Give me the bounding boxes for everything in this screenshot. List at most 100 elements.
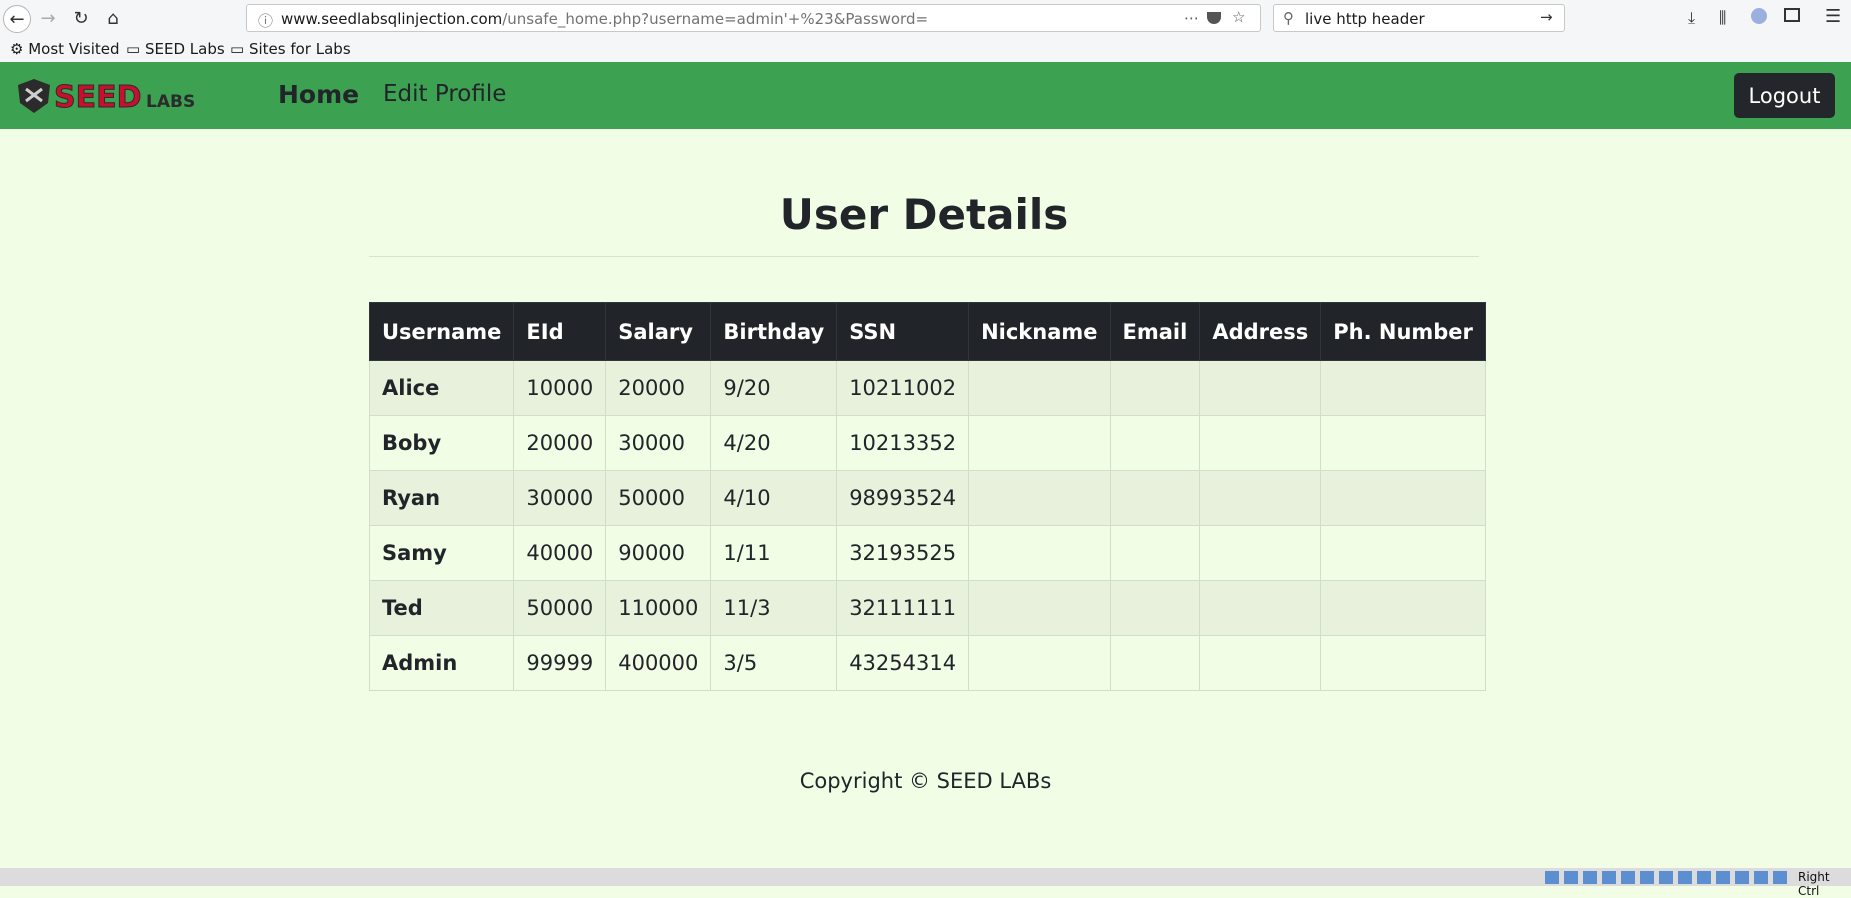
username-cell: Boby: [368, 415, 515, 471]
table-cell: [1320, 470, 1486, 526]
menu-icon[interactable]: ☰: [1825, 6, 1841, 27]
gear-icon: ⚙: [10, 40, 24, 58]
table-cell: [1109, 580, 1201, 636]
download-icon[interactable]: ⤓: [1688, 8, 1695, 28]
table-row: Ryan 30000 50000 4/10 98993524: [368, 470, 1486, 526]
host-key-label: Right Ctrl: [1798, 870, 1830, 898]
table-cell: [1199, 525, 1322, 581]
table-cell: [1320, 580, 1486, 636]
nav-edit-profile-link[interactable]: Edit Profile: [383, 81, 506, 107]
bookmark-sites-for-labs[interactable]: ▭ Sites for Labs: [230, 40, 351, 58]
house-icon: ⌂: [107, 7, 119, 29]
column-header: Ph. Number: [1320, 302, 1486, 361]
bookmark-label: Sites for Labs: [248, 40, 351, 58]
table-cell: 30000: [513, 470, 607, 526]
table-header-row: Username EId Salary Birthday SSN Nicknam…: [368, 302, 1486, 361]
column-header: Username: [368, 302, 515, 361]
table-cell: [1320, 360, 1486, 416]
table-cell: 10211002: [836, 360, 970, 416]
column-header: Salary: [605, 302, 712, 361]
table-cell: 90000: [605, 525, 712, 581]
table-cell: 98993524: [836, 470, 970, 526]
library-icon[interactable]: ⫼: [1719, 8, 1726, 28]
bookmark-label: Most Visited: [28, 40, 120, 58]
table-cell: 99999: [513, 635, 607, 691]
table-cell: [1109, 415, 1201, 471]
table-cell: [1109, 470, 1201, 526]
table-cell: [1109, 525, 1201, 581]
table-cell: 3/5: [710, 635, 838, 691]
bookmark-star-icon[interactable]: ☆: [1232, 8, 1245, 26]
logo-text-labs: LABS: [146, 92, 195, 112]
copyright-footer: Copyright © SEED LABs: [799, 769, 1052, 793]
seed-labs-logo[interactable]: SEED LABS: [14, 75, 210, 117]
column-header: Nickname: [968, 302, 1111, 361]
reload-icon: ↻: [73, 7, 89, 29]
table-cell: 9/20: [710, 360, 838, 416]
search-bar[interactable]: ⚲ live http header →: [1273, 4, 1565, 32]
table-cell: 10213352: [836, 415, 970, 471]
pocket-icon[interactable]: [1207, 12, 1221, 24]
page-title: User Details: [779, 190, 1069, 239]
bookmarks-toolbar: ⚙ Most Visited ▭ SEED Labs ▭ Sites for L…: [0, 36, 1851, 63]
column-header: EId: [513, 302, 607, 361]
table-cell: 50000: [605, 470, 712, 526]
table-cell: [1199, 470, 1322, 526]
vm-indicator-icons: [1545, 871, 1791, 884]
title-divider: [369, 256, 1479, 257]
table-row: Samy 40000 90000 1/11 32193525: [368, 525, 1486, 581]
back-button[interactable]: ←: [3, 5, 31, 33]
search-input[interactable]: live http header: [1305, 10, 1425, 28]
table-cell: [1199, 360, 1322, 416]
table-cell: 110000: [605, 580, 712, 636]
table-cell: [1320, 415, 1486, 471]
forward-button[interactable]: →: [35, 5, 61, 31]
arrow-right-icon: →: [40, 7, 56, 29]
column-header: Birthday: [710, 302, 838, 361]
reload-button[interactable]: ↻: [68, 5, 94, 31]
table-cell: [1320, 525, 1486, 581]
table-cell: 11/3: [710, 580, 838, 636]
table-cell: 32111111: [836, 580, 970, 636]
username-cell: Alice: [368, 360, 515, 416]
vm-status-bar: Right Ctrl: [0, 868, 1851, 898]
table-row: Boby 20000 30000 4/20 10213352: [368, 415, 1486, 471]
nav-home-link[interactable]: Home: [278, 80, 359, 109]
username-cell: Admin: [368, 635, 515, 691]
table-cell: [1109, 360, 1201, 416]
table-cell: 4/20: [710, 415, 838, 471]
logo-text-seed: SEED: [54, 80, 142, 115]
column-header: Address: [1199, 302, 1322, 361]
extension-icon[interactable]: [1751, 8, 1767, 24]
table-cell: [1199, 635, 1322, 691]
logout-button[interactable]: Logout: [1734, 73, 1835, 118]
table-cell: 32193525: [836, 525, 970, 581]
home-button[interactable]: ⌂: [100, 5, 126, 31]
bookmark-label: SEED Labs: [144, 40, 225, 58]
bookmark-seed-labs[interactable]: ▭ SEED Labs: [126, 40, 225, 58]
table-cell: [1109, 635, 1201, 691]
table-row: Alice 10000 20000 9/20 10211002: [368, 360, 1486, 416]
table-cell: [1199, 415, 1322, 471]
page-actions-icon[interactable]: ⋯: [1184, 9, 1199, 27]
table-cell: [968, 470, 1111, 526]
table-cell: 400000: [605, 635, 712, 691]
table-cell: [968, 360, 1111, 416]
username-cell: Ryan: [368, 470, 515, 526]
info-icon: ⓘ: [258, 12, 274, 30]
search-icon: ⚲: [1283, 9, 1294, 27]
browser-toolbar: ← → ↻ ⌂ ⓘ www.seedlabsqlinjection.com/un…: [0, 0, 1851, 36]
table-cell: [1199, 580, 1322, 636]
table-cell: 40000: [513, 525, 607, 581]
table-cell: 43254314: [836, 635, 970, 691]
table-cell: [968, 525, 1111, 581]
table-cell: 1/11: [710, 525, 838, 581]
bookmark-most-visited[interactable]: ⚙ Most Visited: [10, 40, 120, 58]
url-bar[interactable]: ⓘ www.seedlabsqlinjection.com/unsafe_hom…: [246, 4, 1261, 32]
username-cell: Samy: [368, 525, 515, 581]
search-go-icon[interactable]: →: [1540, 8, 1553, 26]
table-cell: 20000: [605, 360, 712, 416]
url-domain: www.seedlabsqlinjection.com: [281, 10, 503, 28]
sidebar-icon[interactable]: [1784, 8, 1800, 22]
table-cell: 30000: [605, 415, 712, 471]
